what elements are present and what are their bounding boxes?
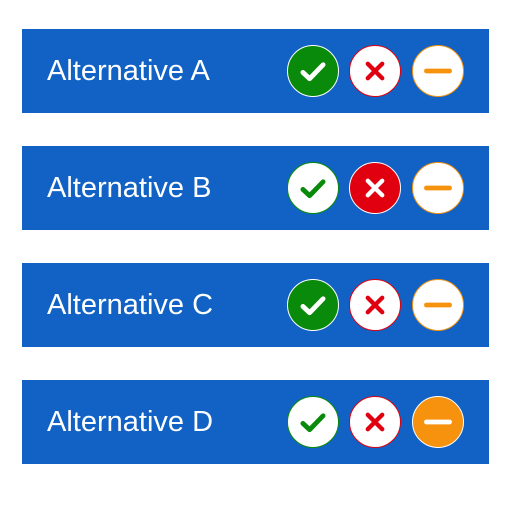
yes-button[interactable] [287,279,339,331]
no-button[interactable] [349,279,401,331]
x-icon [365,295,385,315]
neutral-button[interactable] [412,279,464,331]
alternative-label: Alternative A [47,55,210,87]
yes-button[interactable] [287,396,339,448]
alternative-label: Alternative B [47,172,212,204]
alternative-label: Alternative C [47,289,214,321]
check-icon [300,413,326,433]
no-button[interactable] [349,45,401,97]
no-button[interactable] [349,162,401,214]
x-icon [365,61,385,81]
neutral-button[interactable] [412,162,464,214]
alternative-row-c: Alternative C [22,263,489,347]
check-icon [300,296,326,316]
neutral-button[interactable] [412,396,464,448]
x-icon [365,412,385,432]
minus-icon [424,419,452,425]
alternative-row-d: Alternative D [22,380,489,464]
yes-button[interactable] [287,45,339,97]
neutral-button[interactable] [412,45,464,97]
minus-icon [424,302,452,308]
minus-icon [424,185,452,191]
no-button[interactable] [349,396,401,448]
minus-icon [424,68,452,74]
alternative-label: Alternative D [47,406,214,438]
check-icon [300,62,326,82]
alternatives-list: Alternative A Alternative B Alternative … [0,0,512,512]
x-icon [365,178,385,198]
alternative-row-b: Alternative B [22,146,489,230]
yes-button[interactable] [287,162,339,214]
alternative-row-a: Alternative A [22,29,489,113]
check-icon [300,179,326,199]
